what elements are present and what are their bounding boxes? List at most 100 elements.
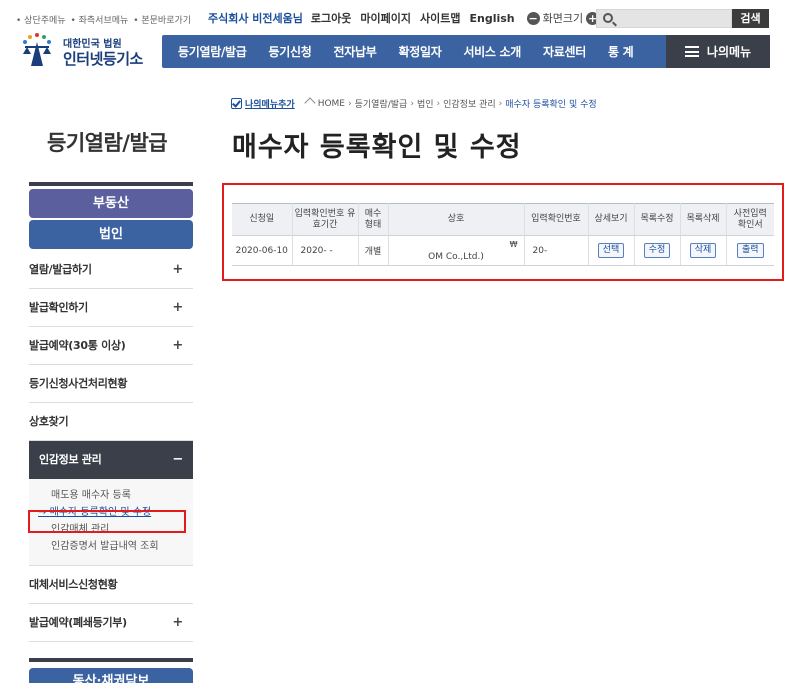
column-header: 목록수정	[634, 203, 681, 236]
breadcrumb-item[interactable]: 등기열람/발급	[355, 97, 408, 110]
cell-date: 2020-06-10	[232, 235, 293, 266]
breadcrumb-item[interactable]: 인감정보 관리	[443, 97, 496, 110]
breadcrumb-item[interactable]: 법인	[417, 97, 434, 110]
column-header: 목록삭제	[680, 203, 727, 236]
highlight-box-submenu	[28, 510, 186, 533]
expand-icon: +	[172, 615, 183, 630]
sidebar-item-issue-reservation[interactable]: 발급예약(30통 이상) +	[29, 327, 193, 365]
column-header: 신청일	[232, 203, 293, 236]
sidebar-item-closed-reservation[interactable]: 발급예약(폐쇄등기부) +	[29, 604, 193, 642]
sidebar-item-label: 발급예약(30통 이상)	[29, 339, 126, 352]
my-menu-button[interactable]: 나의메뉴	[666, 35, 770, 68]
sidebar-item-alt-service-status[interactable]: 대체서비스신청현황	[29, 566, 193, 604]
buyer-table: 신청일 입력확인번호 유효기간 매수 형태 상호 입력확인번호 상세보기 목록수…	[232, 203, 774, 266]
sidebar-item-view-issue[interactable]: 열람/발급하기 +	[29, 251, 193, 289]
logo-title: 인터넷등기소	[63, 50, 143, 68]
cell-type: 개별	[358, 235, 389, 266]
sidebar-item-label: 대체서비스신청현황	[29, 578, 118, 591]
sidebar-item-label: 발급예약(폐쇄등기부)	[29, 616, 127, 629]
english-link[interactable]: English	[470, 12, 515, 25]
court-emblem-icon	[23, 33, 51, 66]
column-header: 입력확인번호	[524, 203, 589, 236]
cell-confirm-number: 20-	[524, 235, 589, 266]
sidebar-item-label: 열람/발급하기	[29, 263, 92, 276]
column-header: 상세보기	[588, 203, 635, 236]
breadcrumb-separator: ›	[348, 98, 352, 109]
sidebar-item-seal-info[interactable]: 인감정보 관리 −	[29, 441, 193, 479]
sidebar-item-label: 인감정보 관리	[39, 453, 102, 466]
breadcrumb-separator: ›	[498, 98, 503, 109]
cell-edit: 수정	[634, 235, 681, 266]
sidebar-item-label: 등기신청사건처리현황	[29, 377, 128, 390]
skip-link-top-menu[interactable]: • 상단주메뉴	[16, 16, 66, 26]
search-input[interactable]	[619, 11, 729, 26]
column-header: 매수 형태	[358, 203, 389, 236]
check-icon	[231, 98, 242, 109]
mypage-link[interactable]: 마이페이지	[360, 10, 411, 26]
breadcrumb-separator: ›	[410, 98, 414, 109]
sidebar-category-movables[interactable]: 동산·채권담보	[29, 668, 193, 683]
collapse-icon: −	[172, 452, 183, 467]
cell-print: 출력	[726, 235, 774, 266]
font-decrease-button[interactable]: −	[526, 11, 540, 25]
search-icon	[603, 13, 613, 23]
sidebar-item-label: 상호찾기	[29, 415, 69, 428]
breadcrumb-home[interactable]: HOME	[318, 99, 345, 109]
cell-company: ₩ OM Co.,Ltd.)	[388, 235, 525, 266]
column-header: 사전입력 확인서	[726, 203, 774, 236]
nav-item-resource-center[interactable]: 자료센터	[532, 43, 597, 60]
company-name: OM Co.,Ltd.)	[428, 251, 484, 262]
skip-links: • 상단주메뉴 • 좌측서브메뉴 • 본문바로가기	[16, 13, 193, 26]
delete-button[interactable]: 삭제	[689, 243, 717, 258]
nav-item-view-issue[interactable]: 등기열람/발급	[162, 43, 258, 60]
nav-item-registration[interactable]: 등기신청	[258, 43, 323, 60]
section-title: 등기열람/발급	[47, 131, 168, 155]
nav-item-service-intro[interactable]: 서비스 소개	[452, 43, 532, 60]
search-box	[596, 9, 732, 28]
expand-icon: +	[172, 262, 183, 277]
skip-link-side-menu[interactable]: • 좌측서브메뉴	[70, 16, 128, 26]
sidebar-category-corporation[interactable]: 법인	[29, 220, 193, 249]
table-header-row: 신청일 입력확인번호 유효기간 매수 형태 상호 입력확인번호 상세보기 목록수…	[232, 203, 774, 236]
sidebar-item-trade-name-search[interactable]: 상호찾기	[29, 403, 193, 441]
nav-item-fixed-date[interactable]: 확정일자	[387, 43, 452, 60]
add-my-menu-link[interactable]: 나의메뉴추가	[245, 97, 295, 110]
logged-in-user: 주식회사 비전세움님	[208, 12, 303, 25]
logout-link[interactable]: 로그아웃	[311, 10, 351, 26]
font-size-control: − 화면크기 +	[524, 10, 602, 26]
submenu-item-seal-history[interactable]: 인감증명서 발급내역 조회	[51, 538, 193, 555]
table-row: 2020-06-10 2020- - 개별 ₩ OM Co.,Ltd.) 20-…	[232, 235, 774, 266]
sidebar-item-label: 발급확인하기	[29, 301, 88, 314]
breadcrumb: 나의메뉴추가 HOME › 등기열람/발급 › 법인 › 인감정보 관리 › 매…	[231, 97, 597, 110]
utility-bar: 주식회사 비전세움님 로그아웃 마이페이지 사이트맵 English − 화면크…	[208, 9, 612, 27]
column-header: 입력확인번호 유효기간	[292, 203, 359, 236]
buyer-table-container: 신청일 입력확인번호 유효기간 매수 형태 상호 입력확인번호 상세보기 목록수…	[232, 203, 774, 266]
print-button[interactable]: 출력	[736, 243, 764, 258]
page-title: 매수자 등록확인 및 수정	[232, 132, 522, 163]
site-logo[interactable]: 대한민국 법원 인터넷등기소	[17, 30, 157, 72]
sidebar-item-case-status[interactable]: 등기신청사건처리현황	[29, 365, 193, 403]
skip-link-content[interactable]: • 본문바로가기	[133, 16, 191, 26]
hamburger-menu-icon	[684, 46, 699, 57]
submenu-item-buyer-register[interactable]: 매도용 매수자 등록	[51, 487, 193, 504]
sidebar-category-realty[interactable]: 부동산	[29, 189, 193, 218]
column-header: 상호	[388, 203, 525, 236]
sidebar-item-issue-check[interactable]: 발급확인하기 +	[29, 289, 193, 327]
view-detail-button[interactable]: 선택	[597, 243, 625, 258]
breadcrumb-current: 매수자 등록확인 및 수정	[505, 100, 597, 110]
main-navigation: 등기열람/발급 등기신청 전자납부 확정일자 서비스 소개 자료센터 통 계 나…	[162, 35, 770, 68]
nav-item-e-payment[interactable]: 전자납부	[323, 43, 388, 60]
sidebar-bottom-bar	[29, 658, 193, 662]
sitemap-link[interactable]: 사이트맵	[420, 10, 460, 26]
sidebar: 부동산 법인 열람/발급하기 + 발급확인하기 + 발급예약(30통 이상) +…	[29, 182, 193, 683]
sidebar-menu: 열람/발급하기 + 발급확인하기 + 발급예약(30통 이상) + 등기신청사건…	[29, 251, 193, 642]
search-button[interactable]: 검색	[732, 9, 769, 28]
nav-item-statistics[interactable]: 통 계	[597, 43, 644, 60]
expand-icon: +	[172, 300, 183, 315]
edit-button[interactable]: 수정	[643, 243, 671, 258]
currency-symbol: ₩	[509, 240, 518, 249]
home-icon	[305, 99, 315, 108]
breadcrumb-separator: ›	[436, 98, 441, 109]
cell-delete: 삭제	[680, 235, 727, 266]
font-size-label: 화면크기	[542, 12, 584, 25]
